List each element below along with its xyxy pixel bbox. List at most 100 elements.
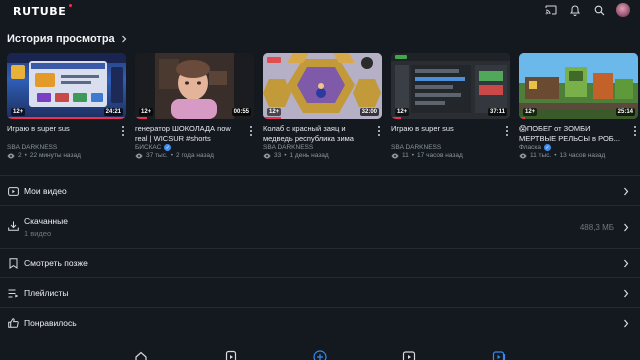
video-title[interactable]: Играю в super sus [7,124,117,143]
video-thumbnail[interactable]: 12+ 25:14 [519,53,638,119]
thumbs-up-icon [7,317,19,329]
view-count: 33 [274,152,282,159]
duration-badge: 37:11 [487,108,507,116]
logo-dot [69,4,72,7]
create-icon[interactable] [313,350,327,360]
upload-time: 2 года назад [176,152,214,159]
library-icon[interactable] [492,350,506,360]
upload-time: 22 минуты назад [29,152,81,159]
verified-icon: ✓ [164,144,172,151]
video-card[interactable]: 12+ 32:00 Колаб с красный заяц и медведь… [263,53,382,163]
verified-icon: ✓ [544,144,551,151]
more-options-icon[interactable] [376,125,382,137]
video-card[interactable]: 12+ 37:11 Играю в super sus SBA DARKNESS… [391,53,510,163]
duration-badge: 24:21 [103,108,123,116]
video-title[interactable]: 😱ПОБЕГ от ЗОМБИ МЕРТВЫЕ РЕЛЬСЫ в РОБ... [519,124,629,143]
eye-icon [391,153,399,158]
video-thumbnail[interactable]: 12+ 37:11 [391,53,510,119]
meta-separator: • [170,152,174,159]
age-rating-badge: 12+ [395,108,410,116]
meta-separator: • [24,152,27,159]
channel-label: Фласка [519,144,541,151]
eye-icon [519,153,527,158]
video-meta: 2 • 22 минуты назад [7,152,126,159]
chevron-right-icon [623,318,631,328]
eye-icon [135,153,143,158]
watch-progress-bar [391,117,401,119]
video-title[interactable]: генератор ШОКОЛАДА now real | WICSUR #sh… [135,124,245,143]
meta-separator: • [284,152,287,159]
video-meta: 33 • 1 день назад [263,152,382,159]
watch-progress-bar [135,117,147,119]
chevron-right-icon [121,35,127,43]
channel-name[interactable]: SBA DARKNESS [391,144,510,151]
video-card[interactable]: 12+ 00:55 генератор ШОКОЛАДА now real | … [135,53,254,163]
top-actions [544,3,630,17]
more-options-icon[interactable] [248,125,254,137]
watch-progress-bar [263,117,281,119]
rutube-logo[interactable]: RUTUBE [13,5,66,18]
video-thumbnail[interactable]: 12+ 24:21 [7,53,126,119]
video-meta: 11 тыс. • 13 часов назад [519,152,638,159]
menu-my-videos[interactable]: Мои видео [0,177,640,205]
downloads-count: 1 видео [24,229,52,238]
more-options-icon[interactable] [120,125,126,137]
chevron-right-icon [623,288,631,298]
play-circle-icon [7,185,19,197]
subscriptions-icon[interactable] [402,350,416,360]
history-carousel[interactable]: 12+ 24:21 Играю в super sus SBA DARKNESS… [7,53,640,163]
menu-downloads[interactable]: Скачанные 1 видео 488,3 МБ [0,207,640,247]
upload-time: 1 день назад [289,152,329,159]
channel-label: БИСКАС [135,144,162,151]
video-thumbnail[interactable]: 12+ 32:00 [263,53,382,119]
menu-playlists[interactable]: Плейлисты [0,279,640,307]
more-options-icon[interactable] [504,125,510,137]
menu-watch-later[interactable]: Смотреть позже [0,249,640,277]
menu-liked[interactable]: Понравилось [0,309,640,337]
view-count: 37 тыс. [146,152,168,159]
watch-progress-bar [519,117,525,119]
channel-name[interactable]: SBA DARKNESS [263,144,382,151]
cast-icon[interactable] [544,3,558,17]
search-icon[interactable] [592,3,606,17]
avatar[interactable] [616,3,630,17]
duration-badge: 32:00 [359,108,379,116]
eye-icon [263,153,271,158]
age-rating-badge: 12+ [523,108,538,116]
upload-time: 13 часов назад [559,152,606,159]
video-meta: 11 • 17 часов назад [391,152,510,159]
history-header[interactable]: История просмотра [7,33,127,45]
menu-label: Смотреть позже [24,258,88,268]
channel-name[interactable]: БИСКАС ✓ [135,144,254,151]
channel-name[interactable]: SBA DARKNESS [7,144,126,151]
video-card[interactable]: 12+ 24:21 Играю в super sus SBA DARKNESS… [7,53,126,163]
channel-label: SBA DARKNESS [263,144,314,151]
bell-icon[interactable] [568,3,582,17]
upload-time: 17 часов назад [417,152,463,159]
age-rating-badge: 12+ [11,108,26,116]
video-title[interactable]: Играю в super sus [391,124,501,143]
playlist-icon [7,287,19,299]
video-title[interactable]: Колаб с красный заяц и медведь республик… [263,124,373,143]
view-count: 11 [402,152,409,159]
channel-name[interactable]: Фласка ✓ [519,144,638,151]
shorts-icon[interactable] [224,350,238,360]
home-icon[interactable] [134,350,148,360]
more-options-icon[interactable] [632,125,638,137]
video-card[interactable]: 12+ 25:14 😱ПОБЕГ от ЗОМБИ МЕРТВЫЕ РЕЛЬСЫ… [519,53,638,163]
duration-badge: 25:14 [615,108,635,116]
menu-divider [0,307,640,308]
view-count: 2 [18,152,22,159]
chevron-right-icon [623,186,631,196]
meta-separator: • [554,152,557,159]
age-rating-badge: 12+ [139,108,154,116]
menu-label: Скачанные [24,216,68,226]
menu-label: Плейлисты [24,288,69,298]
downloads-size: 488,3 МБ [579,222,614,232]
video-thumbnail[interactable]: 12+ 00:55 [135,53,254,119]
age-rating-badge: 12+ [267,108,282,116]
bottom-navigation [0,344,640,360]
top-bar: RUTUBE [0,0,640,22]
menu-divider [0,277,640,278]
menu-label: Понравилось [24,318,77,328]
